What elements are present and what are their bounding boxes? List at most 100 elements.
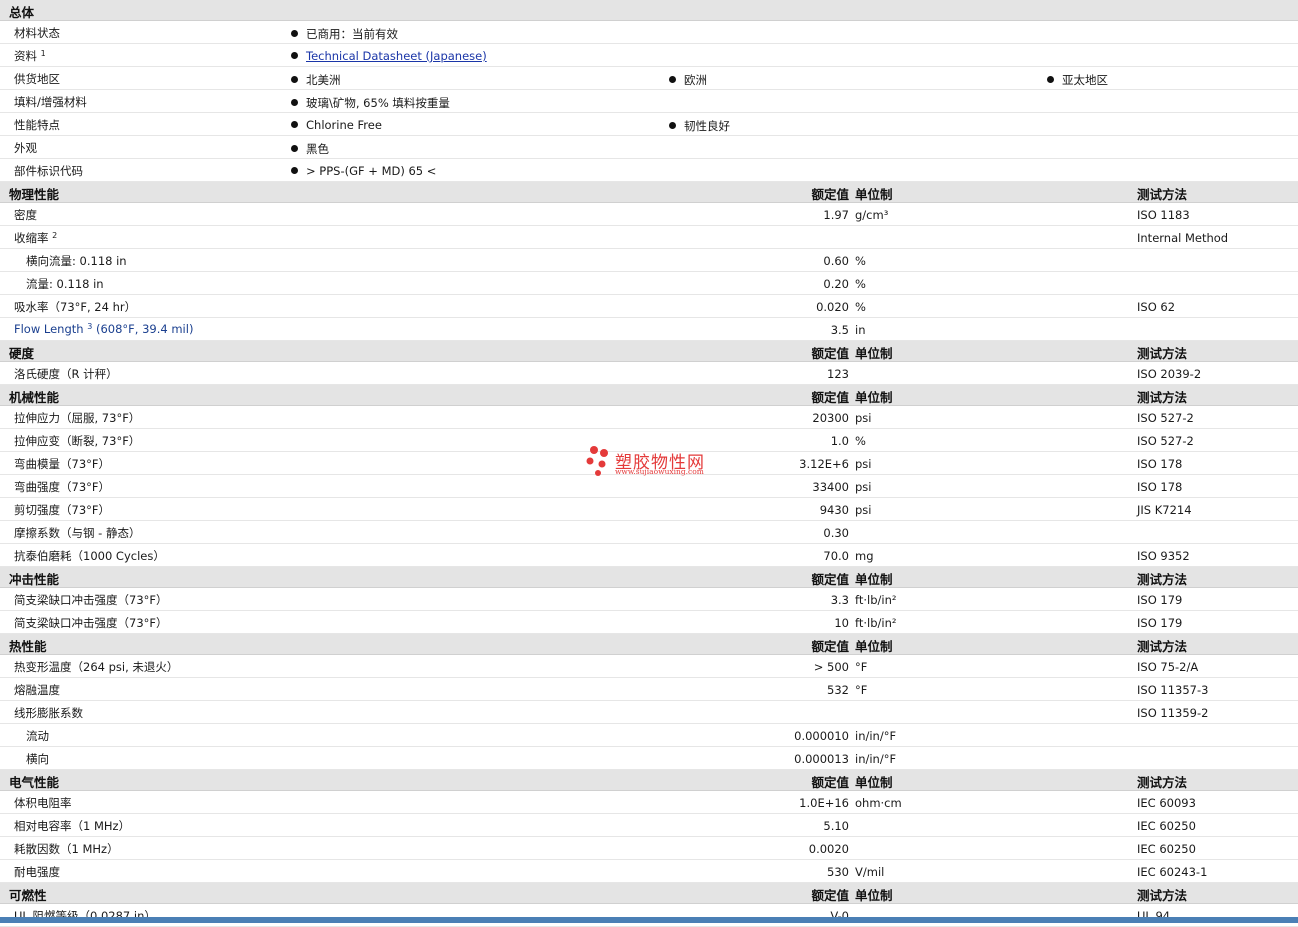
footnote-marker: 1 xyxy=(40,49,46,58)
row-label-text: 填料/增强材料 xyxy=(14,95,87,109)
column-header-unit: 单位制 xyxy=(855,346,893,361)
property-label: 流量: 0.118 in xyxy=(26,276,104,292)
bullet-icon xyxy=(1047,76,1054,83)
property-unit: ft·lb/in² xyxy=(855,593,897,607)
bullet-icon xyxy=(291,167,298,174)
property-label: 收缩率 2 xyxy=(14,230,57,246)
property-label: 摩擦系数（与钢 - 静态） xyxy=(14,525,140,541)
property-row: 拉伸应力（屈服, 73°F） 20300 psi ISO 527-2 xyxy=(0,406,1298,429)
column-header-method: 测试方法 xyxy=(1137,390,1188,405)
property-label: 流动 xyxy=(26,728,49,744)
property-value: 33400 xyxy=(812,480,849,494)
column-header-value: 额定值 xyxy=(811,390,849,405)
bullet-text: 北美洲 xyxy=(306,73,341,87)
property-unit: V/mil xyxy=(855,865,885,879)
column-header-method: 测试方法 xyxy=(1137,187,1188,202)
bullet-icon xyxy=(291,121,298,128)
column-header-unit: 单位制 xyxy=(855,187,893,202)
property-unit: °F xyxy=(855,683,868,697)
property-unit: in/in/°F xyxy=(855,729,897,743)
property-row: 剪切强度（73°F） 9430 psi JIS K7214 xyxy=(0,498,1298,521)
section-header: 机械性能 额定值 单位制 测试方法 xyxy=(0,385,1298,406)
test-method: IEC 60250 xyxy=(1137,842,1196,856)
bottom-bar xyxy=(0,917,1298,923)
row-label: 性能特点 xyxy=(14,117,60,133)
test-method: ISO 179 xyxy=(1137,616,1183,630)
property-label: 弯曲强度（73°F） xyxy=(14,479,110,495)
bullet-item: 已商用：当前有效 xyxy=(291,26,398,42)
bullet-item: 韧性良好 xyxy=(669,118,730,134)
property-label-text: 吸水率（73°F, 24 hr） xyxy=(14,300,137,314)
bullet-text: 黑色 xyxy=(306,142,329,156)
bullet-item: 玻璃\矿物, 65% 填料按重量 xyxy=(291,95,450,111)
row-label: 材料状态 xyxy=(14,25,60,41)
property-unit: psi xyxy=(855,503,872,517)
logo-dots-icon xyxy=(586,446,608,476)
property-label-text: 线形膨胀系数 xyxy=(14,706,83,720)
property-label: 拉伸应力（屈服, 73°F） xyxy=(14,410,140,426)
test-method: JIS K7214 xyxy=(1137,503,1192,517)
column-header-method: 测试方法 xyxy=(1137,775,1188,790)
property-row: 熔融温度 532 °F ISO 11357-3 xyxy=(0,678,1298,701)
test-method: ISO 1183 xyxy=(1137,208,1190,222)
property-unit: ft·lb/in² xyxy=(855,616,897,630)
bullet-icon xyxy=(291,52,298,59)
property-label: 洛氏硬度（R 计秤） xyxy=(14,366,118,382)
property-label-text: 简支梁缺口冲击强度（73°F） xyxy=(14,593,168,607)
property-unit: psi xyxy=(855,411,872,425)
property-unit: mg xyxy=(855,549,874,563)
general-row: 资料 1 Technical Datasheet (Japanese) xyxy=(0,44,1298,67)
property-label: 弯曲模量（73°F） xyxy=(14,456,110,472)
footnote-marker: 2 xyxy=(52,231,58,240)
property-label-text: 拉伸应力（屈服, 73°F） xyxy=(14,411,141,425)
bullet-text: Chlorine Free xyxy=(306,118,382,132)
test-method: ISO 527-2 xyxy=(1137,411,1194,425)
watermark-logo: 塑胶物性网 www.sujiaowuxing.com xyxy=(585,444,725,480)
property-unit: °F xyxy=(855,660,868,674)
bullet-text: 玻璃\矿物, 65% 填料按重量 xyxy=(306,96,450,110)
row-label-text: 材料状态 xyxy=(14,26,60,40)
datasheet-link[interactable]: Technical Datasheet (Japanese) xyxy=(306,49,487,63)
property-label-text: 收缩率 xyxy=(14,231,49,245)
general-row: 材料状态 已商用：当前有效 xyxy=(0,21,1298,44)
bullet-text: 欧洲 xyxy=(684,73,707,87)
property-value: 0.000010 xyxy=(794,729,849,743)
property-value: 0.20 xyxy=(823,277,849,291)
property-unit: % xyxy=(855,300,866,314)
property-value: 0.0020 xyxy=(808,842,849,856)
bullet-icon xyxy=(669,76,676,83)
bullet-icon xyxy=(291,145,298,152)
property-label-text: 弯曲模量（73°F） xyxy=(14,457,110,471)
property-label-text: 密度 xyxy=(14,208,37,222)
test-method: ISO 179 xyxy=(1137,593,1183,607)
general-row: 供货地区 北美洲 欧洲 亚太地区 xyxy=(0,67,1298,90)
property-row: 简支梁缺口冲击强度（73°F） 10 ft·lb/in² ISO 179 xyxy=(0,611,1298,634)
bullet-text: 韧性良好 xyxy=(684,119,730,133)
column-header-value: 额定值 xyxy=(811,346,849,361)
property-label-text: 热变形温度（264 psi, 未退火） xyxy=(14,660,179,674)
property-unit: % xyxy=(855,434,866,448)
property-label-text: 熔融温度 xyxy=(14,683,60,697)
property-condition: (608°F, 39.4 mil) xyxy=(95,322,194,336)
property-row: 吸水率（73°F, 24 hr） 0.020% ISO 62 xyxy=(0,295,1298,318)
section-title: 冲击性能 xyxy=(9,572,60,587)
property-label: 吸水率（73°F, 24 hr） xyxy=(14,299,136,315)
property-label-text: 横向 xyxy=(26,752,49,766)
property-row: 简支梁缺口冲击强度（73°F） 3.3 ft·lb/in² ISO 179 xyxy=(0,588,1298,611)
property-label: 热变形温度（264 psi, 未退火） xyxy=(14,659,178,675)
property-unit: psi xyxy=(855,457,872,471)
property-unit: g/cm³ xyxy=(855,208,889,222)
bullet-icon xyxy=(291,99,298,106)
row-label-text: 部件标识代码 xyxy=(14,164,83,178)
property-unit: in xyxy=(855,323,866,337)
property-label-text: 耐电强度 xyxy=(14,865,60,879)
test-method: ISO 178 xyxy=(1137,457,1183,471)
property-value: 5.10 xyxy=(823,819,849,833)
row-label: 外观 xyxy=(14,140,37,156)
test-method: IEC 60250 xyxy=(1137,819,1196,833)
property-label: 体积电阻率 xyxy=(14,795,72,811)
property-value: 0.020 xyxy=(816,300,849,314)
row-label-text: 供货地区 xyxy=(14,72,60,86)
test-method: IEC 60093 xyxy=(1137,796,1196,810)
row-label: 资料 1 xyxy=(14,48,46,64)
